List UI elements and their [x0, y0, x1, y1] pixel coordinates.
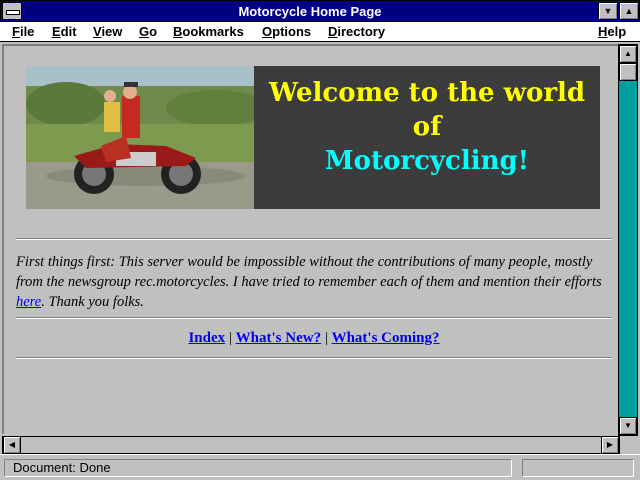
divider	[16, 317, 612, 319]
scroll-down-button[interactable]: ▼	[619, 417, 637, 435]
minimize-button[interactable]: ▼	[598, 2, 618, 20]
menu-directory[interactable]: Directory	[328, 24, 385, 39]
vertical-scrollbar[interactable]: ▲ ▼	[618, 44, 638, 436]
menu-bar: File Edit View Go Bookmarks Options Dire…	[0, 22, 640, 42]
scroll-right-button[interactable]: ▶	[601, 436, 619, 454]
nav-links: Index | What's New? | What's Coming?	[16, 330, 612, 347]
menu-edit[interactable]: Edit	[52, 24, 77, 39]
divider	[16, 238, 612, 240]
here-link[interactable]: here	[16, 294, 41, 310]
scroll-left-button[interactable]: ◀	[3, 436, 21, 454]
menu-options[interactable]: Options	[262, 24, 311, 39]
vertical-scroll-thumb[interactable]	[619, 63, 637, 81]
whats-new-link[interactable]: What's New?	[236, 330, 321, 346]
divider	[16, 357, 612, 359]
status-bar: Document: Done	[0, 454, 640, 480]
intro-paragraph: First things first: This server would be…	[16, 254, 602, 310]
status-text: Document: Done	[4, 459, 512, 477]
maximize-button[interactable]: ▲	[619, 2, 639, 20]
vertical-scroll-track[interactable]	[619, 63, 637, 417]
nav-separator: |	[228, 330, 232, 346]
nav-separator: |	[324, 330, 328, 346]
welcome-line-2: of	[412, 112, 442, 142]
index-link[interactable]: Index	[188, 330, 225, 346]
welcome-heading: Welcome to the world of Motorcycling!	[254, 76, 600, 178]
menu-help[interactable]: Help	[598, 24, 626, 39]
document-view[interactable]: Welcome to the world of Motorcycling! Fi…	[2, 44, 618, 434]
motorcycle-photo	[26, 66, 254, 209]
menu-go[interactable]: Go	[139, 24, 157, 39]
menu-file[interactable]: File	[12, 24, 34, 39]
progress-indicator	[522, 459, 634, 477]
horizontal-scrollbar[interactable]: ◀ ▶	[2, 436, 620, 454]
menu-bookmarks[interactable]: Bookmarks	[173, 24, 244, 39]
whats-coming-link[interactable]: What's Coming?	[332, 330, 440, 346]
window-title: Motorcycle Home Page	[238, 4, 382, 19]
scroll-up-button[interactable]: ▲	[619, 45, 637, 63]
title-bar[interactable]: Motorcycle Home Page ▼ ▲	[0, 0, 640, 22]
welcome-line-1: Welcome to the world	[268, 78, 586, 108]
system-menu-icon[interactable]	[2, 2, 22, 20]
welcome-banner: Welcome to the world of Motorcycling!	[26, 66, 600, 209]
menu-view[interactable]: View	[93, 24, 122, 39]
welcome-line-3: Motorcycling!	[324, 146, 530, 176]
